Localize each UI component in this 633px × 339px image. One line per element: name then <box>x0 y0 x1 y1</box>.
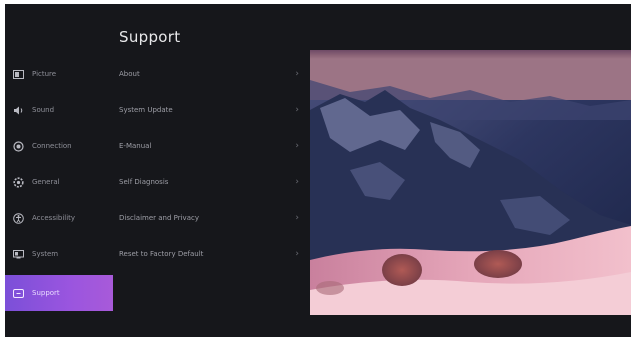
sidebar-item-label: General <box>32 178 60 186</box>
picture-icon <box>13 69 24 80</box>
menu-item-label: Reset to Factory Default <box>119 250 204 258</box>
mountain-landscape-image <box>310 50 631 315</box>
accessibility-icon <box>13 212 24 224</box>
sidebar-item-connection[interactable]: Connection <box>5 128 113 164</box>
sidebar-item-label: Picture <box>32 70 57 78</box>
chevron-right-icon: › <box>295 249 299 259</box>
menu-item-self-diagnosis[interactable]: Self Diagnosis › <box>117 164 305 200</box>
sidebar-item-label: Connection <box>32 142 72 150</box>
menu-item-e-manual[interactable]: E-Manual › <box>117 128 305 164</box>
support-menu: About › System Update › E-Manual › Self … <box>117 56 305 272</box>
menu-item-reset-factory-default[interactable]: Reset to Factory Default › <box>117 236 305 272</box>
chevron-right-icon: › <box>295 141 299 151</box>
general-icon <box>13 176 24 188</box>
sidebar-item-label: Support <box>32 289 60 297</box>
menu-item-disclaimer-privacy[interactable]: Disclaimer and Privacy › <box>117 200 305 236</box>
menu-item-about[interactable]: About › <box>117 56 305 92</box>
menu-item-label: E-Manual <box>119 142 152 150</box>
system-icon <box>13 249 24 260</box>
support-icon <box>13 288 24 299</box>
sound-icon <box>13 105 24 116</box>
chevron-right-icon: › <box>295 105 299 115</box>
sidebar-item-system[interactable]: System <box>5 236 113 272</box>
settings-screen: Support Picture Sound Connection General <box>5 4 631 337</box>
sidebar-item-accessibility[interactable]: Accessibility <box>5 200 113 236</box>
sidebar-item-label: Sound <box>32 106 55 114</box>
menu-item-label: System Update <box>119 106 173 114</box>
page-title: Support <box>119 28 181 46</box>
background-preview-image <box>310 50 631 315</box>
sidebar-item-general[interactable]: General <box>5 164 113 200</box>
sidebar-item-support[interactable]: Support <box>5 275 113 311</box>
menu-item-label: About <box>119 70 140 78</box>
connection-icon <box>13 140 24 152</box>
menu-item-system-update[interactable]: System Update › <box>117 92 305 128</box>
chevron-right-icon: › <box>295 177 299 187</box>
sidebar-item-label: System <box>32 250 59 258</box>
menu-item-label: Self Diagnosis <box>119 178 169 186</box>
settings-sidebar: Picture Sound Connection General Accessi… <box>5 56 113 311</box>
chevron-right-icon: › <box>295 69 299 79</box>
chevron-right-icon: › <box>295 213 299 223</box>
sidebar-item-sound[interactable]: Sound <box>5 92 113 128</box>
sidebar-item-label: Accessibility <box>32 214 76 222</box>
menu-item-label: Disclaimer and Privacy <box>119 214 199 222</box>
sidebar-item-picture[interactable]: Picture <box>5 56 113 92</box>
